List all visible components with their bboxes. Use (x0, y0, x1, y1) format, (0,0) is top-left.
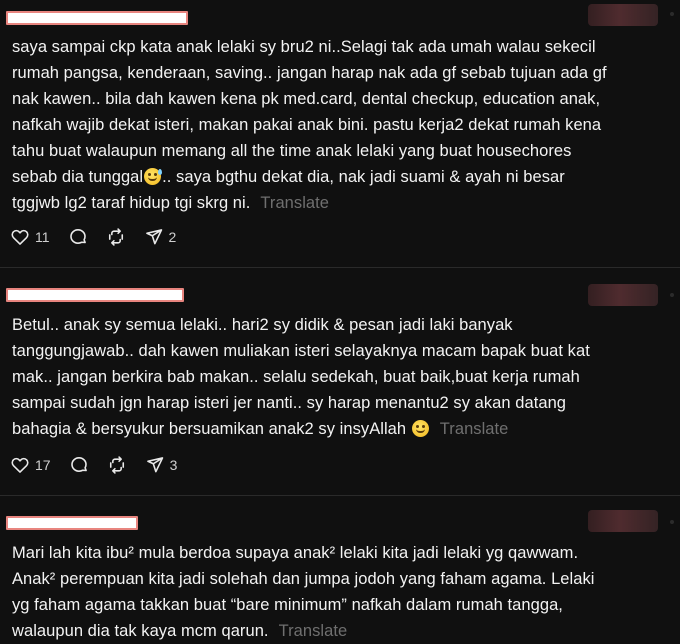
comment-line: mak.. jangan berkira bab makan.. selalu … (12, 368, 580, 386)
heart-icon (11, 457, 29, 473)
comment-line: sampai sudah jgn harap isteri jer nanti.… (12, 394, 567, 412)
comment-line: yg faham agama takkan buat “bare minimum… (12, 596, 563, 614)
comment-line: walaupun dia tak kaya mcm qarun. Translat… (12, 618, 662, 644)
redacted-username (6, 288, 184, 302)
smiling-emoji-icon (411, 420, 429, 437)
comment-bubble-icon (70, 457, 87, 472)
repost-button[interactable] (107, 455, 127, 475)
heart-icon (11, 229, 29, 245)
comment-line: bahagia & bersyukur bersuamikan anak2 sy… (12, 416, 662, 442)
comment-line: Anak² perempuan kita jadi solehah dan ju… (12, 570, 595, 588)
comment-text: Mari lah kita ibu² mula berdoa supaya an… (12, 540, 662, 644)
comment-text-segment: bahagia & bersyukur bersuamikan anak2 sy… (12, 420, 407, 438)
comment-post: Mari lah kita ibu² mula berdoa supaya an… (0, 496, 680, 644)
like-button[interactable]: 17 (10, 455, 51, 475)
translate-link[interactable]: Translate (440, 420, 509, 438)
send-icon (146, 457, 163, 473)
comment-text-segment: walaupun dia tak kaya mcm qarun. (12, 622, 269, 640)
redacted-timestamp (588, 284, 658, 306)
redacted-username (6, 516, 138, 530)
redacted-timestamp (588, 510, 658, 532)
comment-line: nafkah wajib dekat isteri, makan pakai a… (12, 116, 602, 134)
repost-button[interactable] (106, 227, 126, 247)
comment-text: saya sampai ckp kata anak lelaki sy bru2… (12, 34, 662, 216)
comment-bubble-icon (69, 229, 86, 244)
grinning-sweat-emoji-icon (144, 168, 163, 185)
redacted-timestamp (588, 4, 658, 26)
action-bar: 11 2 (10, 225, 194, 249)
comment-feed: saya sampai ckp kata anak lelaki sy bru2… (0, 0, 680, 644)
comment-text-segment: sebab dia tunggal (12, 168, 144, 186)
comment-line: Mari lah kita ibu² mula berdoa supaya an… (12, 544, 579, 562)
like-count: 11 (35, 229, 50, 245)
comment-text-segment: .. saya bgthu dekat dia, nak jadi suami … (162, 168, 565, 186)
comment-line: saya sampai ckp kata anak lelaki sy bru2… (12, 38, 596, 56)
share-button[interactable]: 2 (144, 227, 177, 247)
like-count: 17 (35, 457, 51, 473)
share-count: 3 (169, 457, 178, 473)
redacted-username (6, 11, 188, 25)
comment-line: tggjwb lg2 taraf hidup tgi skrg ni. Trans… (12, 190, 662, 216)
translate-link[interactable]: Translate (260, 194, 329, 212)
comment-line: tahu buat walaupun memang all the time a… (12, 142, 572, 160)
repost-icon (108, 228, 123, 246)
like-button[interactable]: 11 (10, 227, 50, 247)
comment-line: nak kawen.. bila dah kawen kena pk med.c… (12, 90, 601, 108)
reply-button[interactable] (68, 227, 88, 247)
more-icon[interactable] (670, 12, 674, 16)
comment-line: tanggungjawab.. dah kawen muliakan ister… (12, 342, 590, 360)
reply-button[interactable] (69, 455, 89, 475)
action-bar: 17 3 (10, 453, 195, 477)
comment-post: Betul.. anak sy semua lelaki.. hari2 sy … (0, 268, 680, 496)
comment-text-segment: tggjwb lg2 taraf hidup tgi skrg ni. (12, 194, 251, 212)
more-icon[interactable] (670, 293, 674, 297)
repost-icon (109, 456, 124, 474)
more-icon[interactable] (670, 520, 674, 524)
comment-post: saya sampai ckp kata anak lelaki sy bru2… (0, 0, 680, 268)
share-button[interactable]: 3 (145, 455, 178, 475)
comment-text: Betul.. anak sy semua lelaki.. hari2 sy … (12, 312, 662, 442)
comment-line: sebab dia tunggal .. saya bgthu dekat dia… (12, 164, 662, 190)
send-icon (145, 229, 162, 245)
comment-line: Betul.. anak sy semua lelaki.. hari2 sy … (12, 316, 513, 334)
comment-line: rumah pangsa, kenderaan, saving.. jangan… (12, 64, 607, 82)
share-count: 2 (168, 229, 177, 245)
translate-link[interactable]: Translate (279, 622, 348, 640)
